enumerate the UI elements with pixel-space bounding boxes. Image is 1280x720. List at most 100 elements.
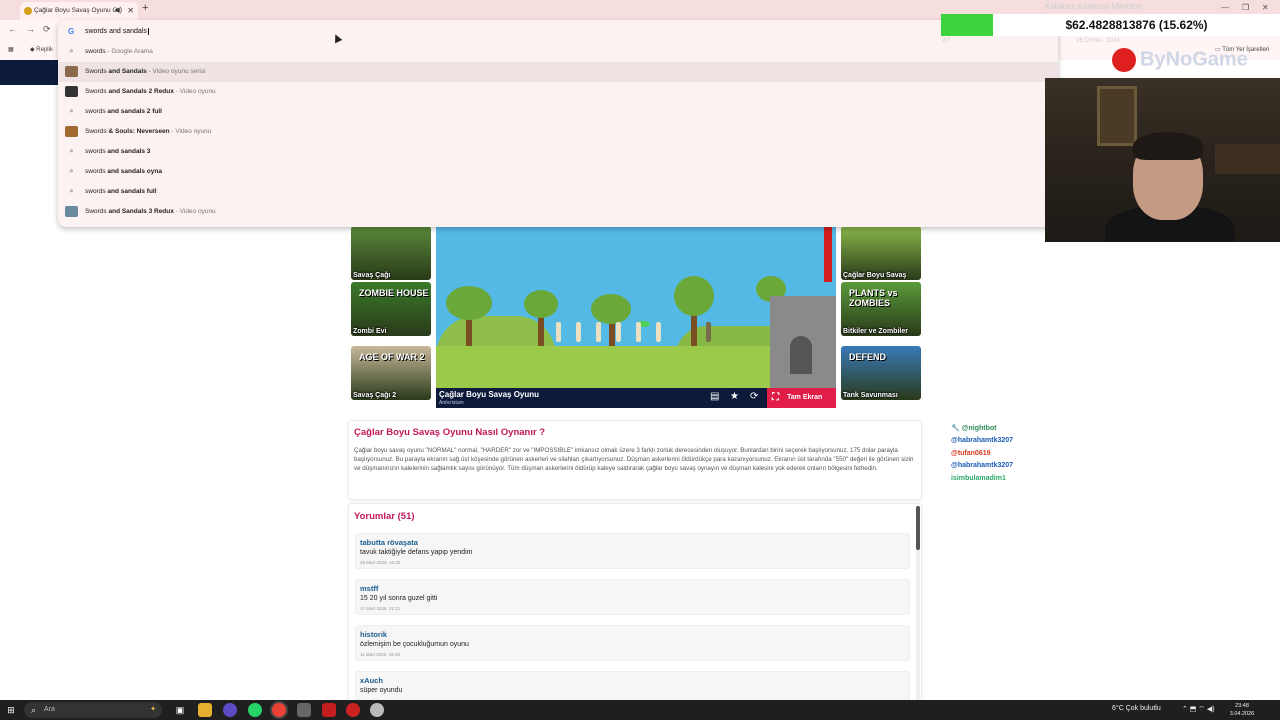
suggestion-item[interactable]: Swords and Sandals 2 Redux - Video oyunu: [58, 82, 1058, 102]
windows-taskbar: ⊞ ⌕ Ara ✦ ▣ 6°C Çok bulutlu ⌃ ⬒ ⌔ ◀) 23:…: [0, 700, 1280, 720]
suggestion-item[interactable]: ⌕ swords and sandals 3: [58, 142, 1058, 162]
bookmark-item[interactable]: ◆ Replik: [30, 46, 53, 53]
task-view-icon[interactable]: ▣: [173, 703, 187, 717]
suggestion-item[interactable]: Swords and Sandals - Video oyunu serisi: [58, 62, 1058, 82]
suggestion-item[interactable]: Swords & Souls: Neverseen - Video oyunu: [58, 122, 1058, 142]
tab-active[interactable]: Çağlar Boyu Savaş Oyunu O ◀) ✕: [20, 2, 138, 20]
overlay-faint-right: 26 OYNA · 2024: [1076, 38, 1120, 44]
soldier: [656, 322, 661, 342]
tray-icons[interactable]: ⌃ ⬒ ⌔ ◀): [1182, 705, 1215, 714]
search-icon: ⌕: [69, 108, 74, 115]
new-tab-button[interactable]: +: [142, 2, 148, 14]
wrench-icon: 🔧: [951, 425, 962, 432]
comment-item: tabutta rövaşata tavuk taktiğiyle defans …: [355, 533, 910, 569]
chrome-icon[interactable]: [272, 703, 286, 717]
brand-logo: ByNoGame: [1112, 48, 1248, 72]
comment-user[interactable]: xAuch: [360, 676, 383, 685]
thumbnail-logo-text: AGE OF WAR 2: [359, 352, 425, 362]
comments-scrollbar[interactable]: [916, 506, 920, 550]
suggestion-item[interactable]: Swords and Sandals 3 Redux - Video oyunu: [58, 202, 1058, 222]
restart-icon[interactable]: ⟳: [750, 391, 758, 403]
soldier: [616, 322, 621, 342]
tree: [674, 276, 714, 316]
chat-message: isimbulamadim1: [951, 475, 1010, 482]
soldier: [556, 322, 561, 342]
castle-door: [790, 336, 812, 374]
howto-title: Çağlar Boyu Savaş Oyunu Nasıl Oynanır ?: [354, 427, 546, 438]
comment-item: historik özlemişim be çocukluğumun oyunu 1…: [355, 625, 910, 661]
comment-user[interactable]: tabutta rövaşata: [360, 538, 418, 547]
omnibox-query: swords and sandals: [85, 28, 147, 35]
app-icon[interactable]: [297, 703, 311, 717]
chat-username: @habrahamtk3207: [951, 437, 1014, 444]
reload-icon[interactable]: ⟳: [43, 24, 51, 35]
person-hair: [1133, 132, 1203, 160]
thumbnail-logo-text: PLANTS vs ZOMBIES: [849, 288, 898, 308]
forward-icon[interactable]: →: [26, 24, 35, 34]
game-canvas[interactable]: [436, 226, 836, 408]
chat-message: @habrahamtk3207: [951, 462, 1017, 469]
game-thumbnail-icon: [65, 206, 78, 217]
maximize-icon[interactable]: ❐: [1242, 3, 1249, 12]
close-tab-icon[interactable]: ✕: [127, 2, 134, 20]
game-tile[interactable]: AGE OF WAR 2 Savaş Çağı 2: [351, 346, 431, 400]
back-icon[interactable]: ←: [8, 24, 17, 34]
taskbar-clock[interactable]: 23:48 3.04.2026: [1224, 702, 1260, 718]
game-tile-label: Zombi Evi: [353, 328, 387, 335]
money-progress-bar: [941, 14, 994, 36]
game-thumbnail-icon: [65, 86, 78, 97]
omnibox-dropdown: G swords and sandals ⌕ swords - Google Ar…: [58, 20, 1058, 227]
game-tile-label: Savaş Çağı 2: [353, 392, 397, 399]
suggestion-item[interactable]: ⌕ swords and sandals full: [58, 182, 1058, 202]
chat-username: @nightbot: [961, 425, 997, 432]
overlay-faint-left: 2/7: [942, 38, 951, 44]
app-icon[interactable]: [322, 703, 336, 717]
file-explorer-icon[interactable]: [198, 703, 212, 717]
suggestion-item[interactable]: ⌕ swords and sandals oyna: [58, 162, 1058, 182]
app-icon[interactable]: [223, 703, 237, 717]
suggestion-item[interactable]: ⌕ swords - Google Arama: [58, 42, 1058, 62]
copilot-icon: ✦: [150, 706, 156, 713]
apps-grid-icon[interactable]: ▦: [8, 46, 14, 53]
address-bar-input[interactable]: G swords and sandals: [58, 22, 1058, 42]
obs-icon[interactable]: [346, 703, 360, 717]
chat-message: 🔧 @nightbot: [951, 424, 1000, 432]
comments-title: Yorumlar (51): [354, 511, 415, 522]
minimize-icon[interactable]: —: [1221, 3, 1229, 12]
start-icon[interactable]: ⊞: [4, 703, 18, 717]
comment-date: 11 Mart 2026, 15:48: [360, 652, 400, 657]
game-title: Çağlar Boyu Savaş Oyunu: [439, 390, 540, 399]
whatsapp-icon[interactable]: [248, 703, 262, 717]
comment-user[interactable]: historik: [360, 630, 387, 639]
fullscreen-icon: ⛶: [772, 392, 779, 403]
game-tile-label: Çağlar Boyu Savaş: [843, 272, 907, 279]
search-icon: ⌕: [31, 705, 37, 715]
taskbar-search[interactable]: ⌕ Ara ✦: [24, 702, 162, 718]
comment-icon[interactable]: ▤: [710, 391, 719, 403]
game-thumbnail-icon: [65, 126, 78, 137]
game-tile[interactable]: Çağlar Boyu Savaş: [841, 226, 921, 280]
tree: [524, 290, 558, 318]
tab-title: Çağlar Boyu Savaş Oyunu O: [34, 7, 118, 14]
search-icon: ⌕: [69, 148, 74, 155]
game-tile[interactable]: Savaş Çağı: [351, 226, 431, 280]
star-icon[interactable]: ★: [730, 391, 739, 403]
game-tile[interactable]: PLANTS vs ZOMBIES Bitkiler ve Zombiler: [841, 282, 921, 336]
soldier: [596, 322, 601, 342]
suggestion-item[interactable]: ⌕ swords and sandals 2 full: [58, 102, 1058, 122]
game-author: Anticristum: [439, 400, 464, 406]
chat-username: isimbulamadim1: [951, 475, 1006, 482]
weather-text[interactable]: 6°C Çok bulutlu: [1112, 705, 1161, 712]
speaker-icon[interactable]: ◀): [114, 2, 122, 20]
search-icon: ⌕: [69, 168, 74, 175]
soldier: [636, 322, 641, 342]
game-tile-label: Bitkiler ve Zombiler: [843, 328, 908, 335]
fullscreen-button[interactable]: ⛶ Tam Ekran: [767, 388, 836, 408]
close-window-icon[interactable]: ✕: [1262, 3, 1269, 12]
game-tile[interactable]: ZOMBIE HOUSE Zombi Evi: [351, 282, 431, 336]
comment-text: tavuk taktiğiyle defans yapıp yendim: [360, 549, 473, 556]
app-icon[interactable]: [370, 703, 384, 717]
comment-date: 21 Mart 2026, 21:21: [360, 606, 401, 611]
comment-user[interactable]: mstff: [360, 584, 378, 593]
game-tile[interactable]: DEFEND Tank Savunması: [841, 346, 921, 400]
